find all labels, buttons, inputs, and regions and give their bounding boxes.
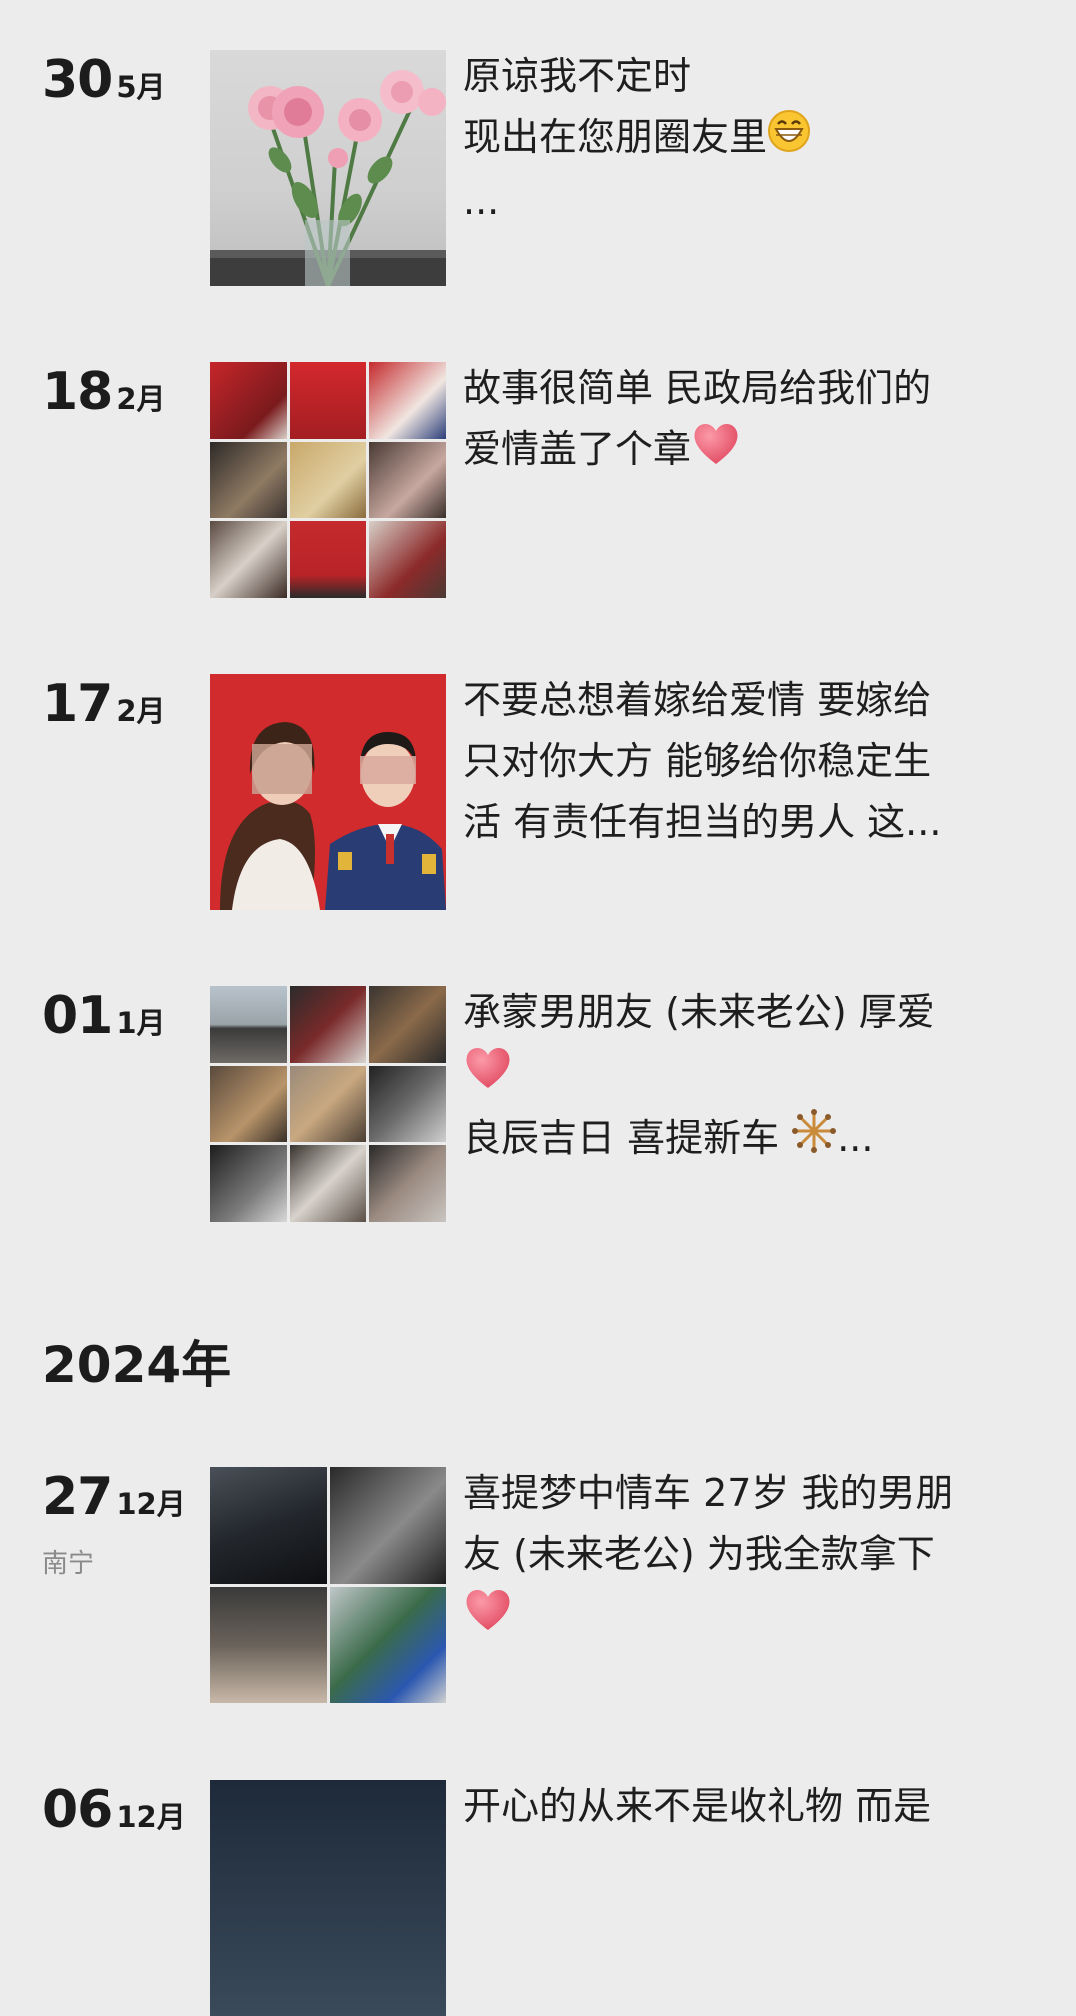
post-caption: 原谅我不定时 现出在您朋圈友里 ... [463, 46, 1023, 232]
post-caption: 喜提梦中情车 27岁 我的男朋 友 (未来老公) 为我全款拿下 [463, 1463, 1023, 1650]
caption-line-text: 现出在您朋圈友里 [463, 115, 768, 159]
year-header: 2024年 [42, 1336, 232, 1394]
caption-line [463, 1585, 1023, 1650]
caption-line: 开心的从来不是收礼物 而是 [463, 1784, 932, 1828]
post-date: 30 5月 [42, 50, 166, 110]
roses-photo [210, 70, 446, 286]
caption-ellipsis: ... [837, 1115, 874, 1160]
caption-line [463, 1043, 1023, 1108]
caption-line-text: 良辰吉日 喜提新车 [463, 1115, 780, 1160]
grin-emoji-icon [767, 109, 811, 171]
post-thumbnail-couple-photo[interactable] [210, 674, 446, 910]
caption-line: 现出在您朋圈友里 [463, 107, 1023, 171]
caption-line: 故事很简单 民政局给我们的 [463, 366, 932, 410]
heart-emoji-icon [691, 420, 741, 484]
caption-line: 喜提梦中情车 27岁 我的男朋 [463, 1471, 954, 1515]
caption-line: 只对你大方 能够给你稳定生 [463, 739, 932, 783]
caption-line: 友 (未来老公) 为我全款拿下 [463, 1532, 935, 1576]
post-thumbnail-wedding-grid[interactable] [210, 362, 446, 598]
post-date: 17 2月 [42, 674, 166, 734]
couple-photo [210, 674, 446, 910]
post-caption: 承蒙男朋友 (未来老公) 厚爱 良辰吉日 喜提新车 ... [463, 982, 1023, 1172]
caption-line: 爱情盖了个章 [463, 419, 1023, 484]
post-thumbnail-car-grid[interactable] [210, 986, 446, 1222]
post-date: 06 12月 [42, 1780, 186, 1840]
post-date: 01 1月 [42, 986, 166, 1046]
caption-line: 原谅我不定时 [463, 54, 692, 98]
post-day: 27 [42, 1467, 113, 1527]
fireworks-emoji-icon [791, 1108, 837, 1172]
post-caption: 故事很简单 民政局给我们的 爱情盖了个章 [463, 358, 1023, 484]
post-day: 17 [42, 674, 113, 734]
post-month: 2月 [116, 694, 166, 728]
caption-line: 承蒙男朋友 (未来老公) 厚爱 [463, 990, 935, 1034]
post-thumbnail-roses[interactable] [210, 50, 446, 286]
post-month: 2月 [116, 382, 166, 416]
caption-line-text: 爱情盖了个章 [463, 427, 692, 471]
post-month: 12月 [116, 1800, 186, 1834]
caption-ellipsis: ... [463, 178, 500, 223]
post-day: 01 [42, 986, 113, 1046]
caption-line: 不要总想着嫁给爱情 要嫁给 [463, 678, 932, 722]
post-date: 27 12月 [42, 1467, 186, 1527]
post-caption: 不要总想着嫁给爱情 要嫁给 只对你大方 能够给你稳定生 活 有责任有担当的男人 … [463, 670, 1023, 853]
caption-line: 活 有责任有担当的男人 这... [463, 800, 942, 844]
post-day: 18 [42, 362, 113, 422]
photo-grid [210, 1467, 446, 1703]
post-month: 5月 [116, 70, 166, 104]
post-date: 18 2月 [42, 362, 166, 422]
post-thumbnail-partial[interactable] [210, 1780, 446, 2016]
heart-emoji-icon [463, 1044, 513, 1108]
post-month: 12月 [116, 1487, 186, 1521]
post-location[interactable]: 南宁 [42, 1543, 94, 1580]
post-caption: 开心的从来不是收礼物 而是 [463, 1776, 1023, 1837]
photo-grid [210, 986, 446, 1222]
post-month: 1月 [116, 1006, 166, 1040]
caption-line: 良辰吉日 喜提新车 ... [463, 1108, 1023, 1173]
post-day: 06 [42, 1780, 113, 1840]
photo-grid [210, 362, 446, 598]
post-day: 30 [42, 50, 113, 110]
heart-emoji-icon [463, 1586, 513, 1650]
post-thumbnail-car-keys-grid[interactable] [210, 1467, 446, 1703]
